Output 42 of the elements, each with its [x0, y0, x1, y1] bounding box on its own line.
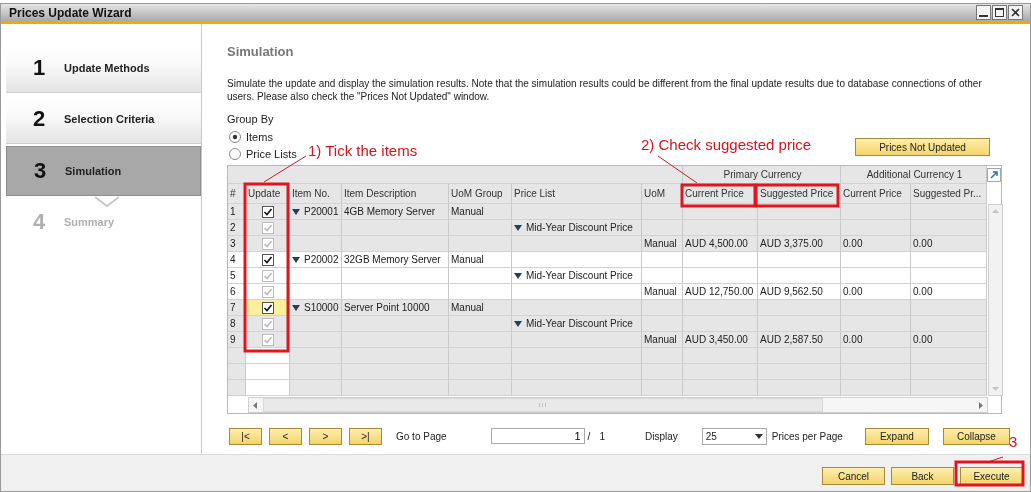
column-header[interactable]: Item Description — [342, 184, 449, 204]
radio-label[interactable]: Price Lists — [246, 147, 297, 160]
column-header[interactable]: UoM — [642, 184, 683, 204]
table-cell-text: P20001 — [304, 205, 339, 219]
column-group-header: Additional Currency 1 — [841, 166, 987, 184]
footer-button[interactable]: Back — [891, 467, 954, 485]
page-input[interactable]: 1 — [490, 428, 585, 444]
page-nav-button[interactable]: > — [309, 427, 342, 445]
footer-button[interactable]: Cancel — [822, 467, 885, 485]
prices-not-updated-button[interactable]: Prices Not Updated — [855, 138, 990, 156]
annotation-label: 2) Check suggested price — [641, 136, 812, 153]
display-label: Display — [644, 430, 678, 442]
collapse-button[interactable]: Collapse — [942, 427, 1010, 445]
description-text: Simulate the update and display the simulation results. Note that the simulation results could be different from the final update results due to database connections of other users. Please also check the "Prices Not Updated" window. — [227, 77, 983, 103]
per-page-label: Prices per Page — [771, 430, 843, 442]
page-nav-button[interactable]: >| — [349, 427, 382, 445]
table-cell-text: P20002 — [304, 253, 339, 267]
table-cell-text: Mid-Year Discount Price — [526, 317, 633, 331]
column-header[interactable]: Item No. — [290, 184, 342, 204]
annotation-label: 3 — [1009, 433, 1018, 450]
table-cell-text: Mid-Year Discount Price — [526, 269, 633, 283]
column-header[interactable]: Current Price — [841, 184, 911, 204]
radio-label[interactable]: Items — [246, 130, 273, 143]
wizard-step[interactable]: 3 Simulation — [6, 146, 201, 196]
group-by-label: Group By — [227, 113, 275, 127]
page-nav-button[interactable]: < — [269, 427, 302, 445]
column-group-header: Primary Currency — [683, 166, 841, 184]
annotation-label: 1) Tick the items — [308, 142, 418, 159]
page-count: 1 — [599, 430, 605, 442]
expand-button[interactable]: Expand — [864, 427, 929, 445]
column-header[interactable]: Suggested Pr... — [911, 184, 987, 204]
table-cell-text: S10000 — [304, 301, 339, 315]
page-nav-button[interactable]: |< — [229, 427, 262, 445]
table-cell-text: Mid-Year Discount Price — [526, 221, 633, 235]
page-size-dropdown[interactable]: 25 — [701, 427, 767, 445]
window-title: Prices Update Wizard — [9, 5, 132, 20]
footer-button[interactable]: Execute — [960, 467, 1023, 485]
page-title: Simulation — [227, 44, 295, 61]
column-header[interactable]: UoM Group — [449, 184, 512, 204]
column-header[interactable]: Price List — [512, 184, 642, 204]
go-to-page-label: Go to Page — [396, 430, 447, 442]
page-separator: / — [587, 430, 591, 442]
